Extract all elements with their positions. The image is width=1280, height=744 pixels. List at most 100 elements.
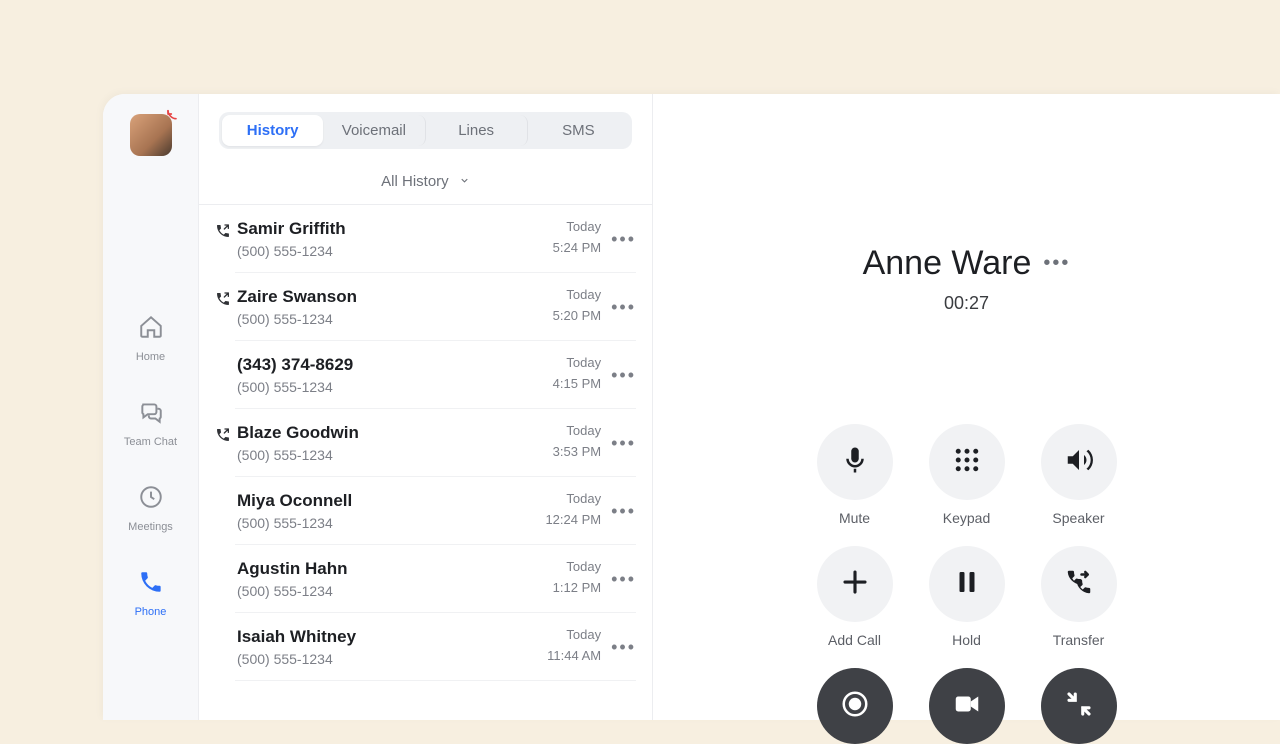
speaker-icon	[1064, 445, 1094, 480]
hold-label: Hold	[952, 632, 981, 648]
history-main: (343) 374-8629 (500) 555-1234	[237, 355, 553, 395]
history-hour: 4:15 PM	[553, 376, 601, 391]
history-more-button[interactable]: •••	[611, 365, 636, 386]
history-number: (500) 555-1234	[237, 311, 553, 327]
history-row[interactable]: Miya Oconnell(500) 555-1234Today12:24 PM…	[199, 477, 652, 545]
nav-teamchat-label: Team Chat	[124, 436, 177, 448]
active-call-panel: Anne Ware ••• 00:27 MuteKeypadSpeakerAdd…	[653, 94, 1280, 720]
nav-teamchat[interactable]: Team Chat	[103, 381, 198, 466]
history-row[interactable]: Blaze Goodwin (500) 555-1234Today3:53 PM •…	[199, 409, 652, 477]
history-day: Today	[566, 355, 601, 370]
history-name: Agustin Hahn	[237, 559, 553, 579]
history-name: (343) 374-8629	[237, 355, 553, 375]
outgoing-call-icon	[215, 427, 231, 443]
history-day: Today	[566, 219, 601, 234]
history-list: Samir Griffith(500) 555-1234Today5:24 PM…	[199, 205, 652, 720]
history-hour: 1:12 PM	[553, 580, 601, 595]
history-number: (500) 555-1234	[237, 583, 553, 599]
mute-button[interactable]	[817, 424, 893, 500]
history-more-button[interactable]: •••	[611, 297, 636, 318]
tab-lines[interactable]: Lines	[426, 115, 528, 146]
missed-call-badge-icon	[164, 108, 180, 124]
speaker-button[interactable]	[1041, 424, 1117, 500]
clock-icon	[138, 484, 164, 515]
history-number: (500) 555-1234	[237, 651, 547, 667]
hold-button[interactable]	[929, 546, 1005, 622]
callee-more-button[interactable]: •••	[1043, 252, 1070, 275]
nav-home-label: Home	[136, 351, 165, 363]
call-control-speaker: Speaker	[1023, 424, 1135, 526]
callee-name: Anne Ware	[863, 244, 1032, 283]
history-more-button[interactable]: •••	[611, 569, 636, 590]
speaker-label: Speaker	[1052, 510, 1104, 526]
history-hour: 5:20 PM	[553, 308, 601, 323]
history-day: Today	[566, 627, 601, 642]
nav-home[interactable]: Home	[103, 296, 198, 381]
history-main: Agustin Hahn (500) 555-1234	[237, 559, 553, 599]
phone-icon	[138, 569, 164, 600]
history-number: (500) 555-1234	[237, 447, 553, 463]
call-control-video	[911, 668, 1023, 744]
call-controls: MuteKeypadSpeakerAdd CallHoldTransfer	[799, 424, 1135, 744]
call-timer: 00:27	[944, 293, 989, 314]
user-avatar[interactable]	[130, 114, 172, 156]
tab-history[interactable]: History	[222, 115, 323, 146]
addcall-icon	[840, 567, 870, 602]
history-time: Today 1:12 PM	[553, 559, 601, 595]
video-icon	[952, 689, 982, 724]
history-name: Blaze Goodwin	[237, 423, 553, 443]
history-day: Today	[566, 559, 601, 574]
history-row[interactable]: Isaiah Whitney (500) 555-1234 Today 11:44 A…	[199, 613, 652, 681]
history-more-button[interactable]: •••	[611, 501, 636, 522]
video-button[interactable]	[929, 668, 1005, 744]
tabs: History Voicemail Lines SMS	[219, 112, 632, 149]
history-filter-label: All History	[381, 173, 449, 190]
nav-rail: Home Team Chat Meetings	[103, 94, 199, 720]
history-name: Zaire Swanson	[237, 287, 553, 307]
history-more-button[interactable]: •••	[611, 229, 636, 250]
addcall-label: Add Call	[828, 632, 881, 648]
history-main: Blaze Goodwin (500) 555-1234	[237, 423, 553, 463]
collapse-button[interactable]	[1041, 668, 1117, 744]
history-number: (500) 555-1234	[237, 515, 545, 531]
tab-voicemail[interactable]: Voicemail	[323, 115, 425, 146]
keypad-button[interactable]	[929, 424, 1005, 500]
history-day: Today	[566, 423, 601, 438]
history-row[interactable]: Samir Griffith(500) 555-1234Today5:24 PM…	[199, 205, 652, 273]
history-time: Today 4:15 PM	[553, 355, 601, 391]
history-main: Isaiah Whitney (500) 555-1234	[237, 627, 547, 667]
history-day: Today	[566, 287, 601, 302]
tab-sms[interactable]: SMS	[528, 115, 629, 146]
record-button[interactable]	[817, 668, 893, 744]
nav-phone[interactable]: Phone	[103, 551, 198, 636]
history-panel: History Voicemail Lines SMS All History …	[199, 94, 653, 720]
history-more-button[interactable]: •••	[611, 637, 636, 658]
call-control-mute: Mute	[799, 424, 911, 526]
nav-meetings[interactable]: Meetings	[103, 466, 198, 551]
addcall-button[interactable]	[817, 546, 893, 622]
history-number: (500) 555-1234	[237, 379, 553, 395]
history-row[interactable]: (343) 374-8629 (500) 555-1234 Today 4:15 PM…	[199, 341, 652, 409]
history-filter[interactable]: All History	[199, 161, 652, 205]
history-name: Miya Oconnell	[237, 491, 545, 511]
transfer-label: Transfer	[1053, 632, 1105, 648]
outgoing-call-icon	[215, 223, 231, 239]
call-control-hold: Hold	[911, 546, 1023, 648]
transfer-button[interactable]	[1041, 546, 1117, 622]
tabs-container: History Voicemail Lines SMS	[199, 94, 652, 161]
mute-icon	[840, 445, 870, 480]
transfer-icon	[1064, 567, 1094, 602]
history-name: Isaiah Whitney	[237, 627, 547, 647]
history-time: Today3:53 PM	[553, 423, 601, 459]
history-row[interactable]: Agustin Hahn (500) 555-1234 Today 1:12 PM ••…	[199, 545, 652, 613]
history-hour: 11:44 AM	[547, 648, 601, 663]
history-number: (500) 555-1234	[237, 243, 553, 259]
nav-meetings-label: Meetings	[128, 521, 173, 533]
mute-label: Mute	[839, 510, 870, 526]
history-main: Zaire Swanson (500) 555-1234	[237, 287, 553, 327]
call-control-transfer: Transfer	[1023, 546, 1135, 648]
call-control-collapse	[1023, 668, 1135, 744]
history-row[interactable]: Zaire Swanson (500) 555-1234 Today 5:20 PM •…	[199, 273, 652, 341]
hold-icon	[952, 567, 982, 602]
history-more-button[interactable]: •••	[611, 433, 636, 454]
